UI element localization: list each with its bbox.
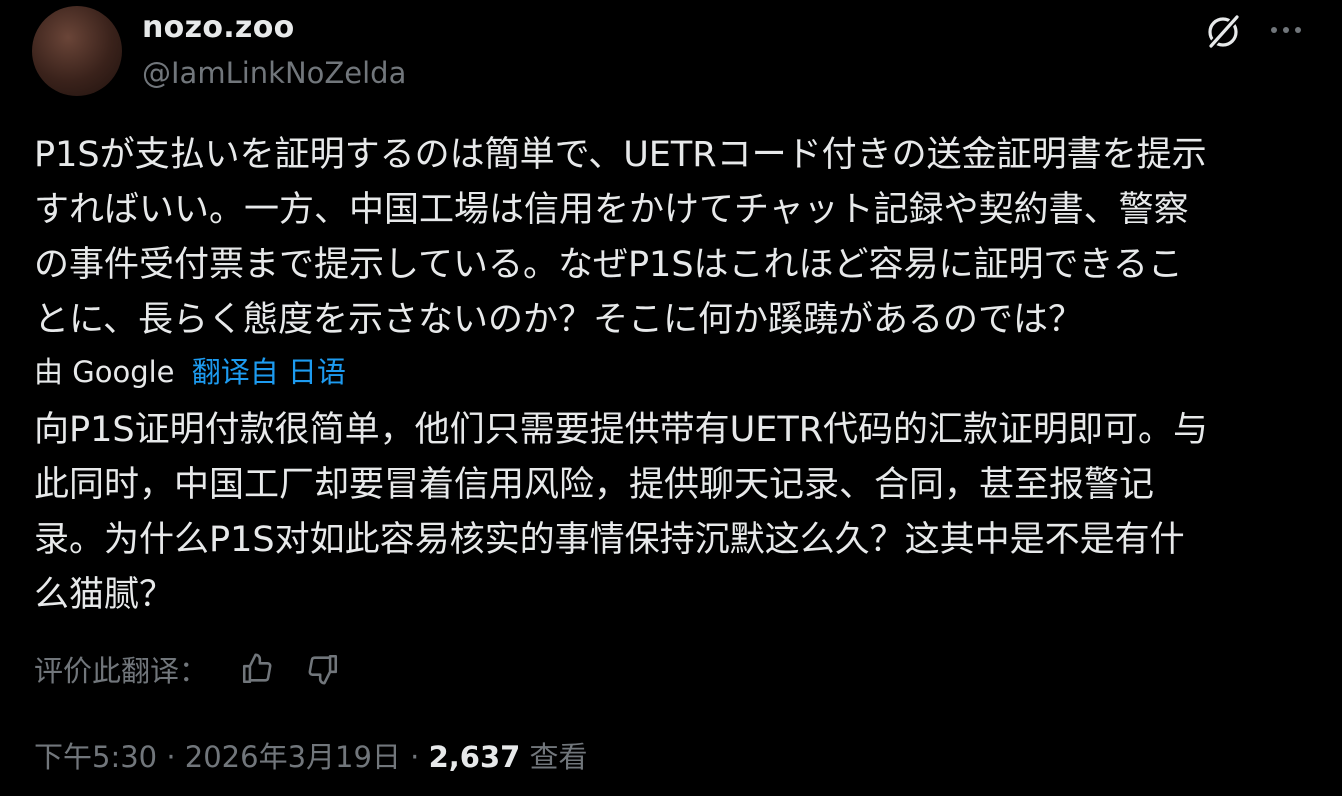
post-original-text: P1Sが支払いを証明するのは簡単で、UETRコード付きの送金証明書を提示 すれば… <box>34 128 1324 348</box>
post-meta: 下午5:30 · 2026年3月19日 · 2,637 查看 <box>34 734 588 776</box>
thumbs-down-icon[interactable] <box>306 652 340 686</box>
post-line: すればいい。一方、中国工場は信用をかけてチャット記録や契約書、警察 <box>34 190 1189 230</box>
meta-separator: · <box>166 740 176 774</box>
translated-line: 向P1S证明付款很简单，他们只需要提供带有UETR代码的汇款证明即可。与 <box>34 410 1209 450</box>
post-line: とに、長らく態度を示さないのか？そこに何か蹊蹺があるのでは？ <box>34 300 1083 340</box>
translation-attribution: 由 Google 翻译自 日语 <box>34 350 346 394</box>
translation-provider: Google <box>72 355 175 389</box>
views-label: 查看 <box>529 740 588 774</box>
rate-translation-label: 评价此翻译： <box>34 654 209 688</box>
post-time[interactable]: 下午5:30 <box>34 740 157 774</box>
translated-line: 此同时，中国工厂却要冒着信用风险，提供聊天记录、合同，甚至报警记 <box>34 465 1155 505</box>
translated-line: 么猫腻？ <box>34 575 175 615</box>
post-line: の事件受付票まで提示している。なぜP1Sはこれほど容易に証明できるこ <box>34 245 1183 285</box>
translation-prefix: 由 <box>34 355 64 389</box>
author-handle[interactable]: @IamLinkNoZelda <box>142 56 406 90</box>
thumbs-up-icon[interactable] <box>240 652 274 686</box>
grok-icon[interactable] <box>1203 12 1243 52</box>
post-translated-text: 向P1S证明付款很简单，他们只需要提供带有UETR代码的汇款证明即可。与 此同时… <box>34 403 1324 623</box>
translation-source-link[interactable]: 翻译自 日语 <box>192 355 346 389</box>
views-count: 2,637 <box>428 740 521 774</box>
author-display-name[interactable]: nozo.zoo <box>142 10 295 45</box>
avatar[interactable] <box>32 6 122 96</box>
post-date[interactable]: 2026年3月19日 <box>185 740 401 774</box>
meta-separator: · <box>410 740 420 774</box>
rate-translation: 评价此翻译： <box>34 648 340 690</box>
more-icon[interactable] <box>1266 16 1306 44</box>
post-line: P1Sが支払いを証明するのは簡単で、UETRコード付きの送金証明書を提示 <box>34 135 1207 175</box>
translated-line: 录。为什么P1S对如此容易核实的事情保持沉默这么久？这其中是不是有什 <box>34 520 1185 560</box>
